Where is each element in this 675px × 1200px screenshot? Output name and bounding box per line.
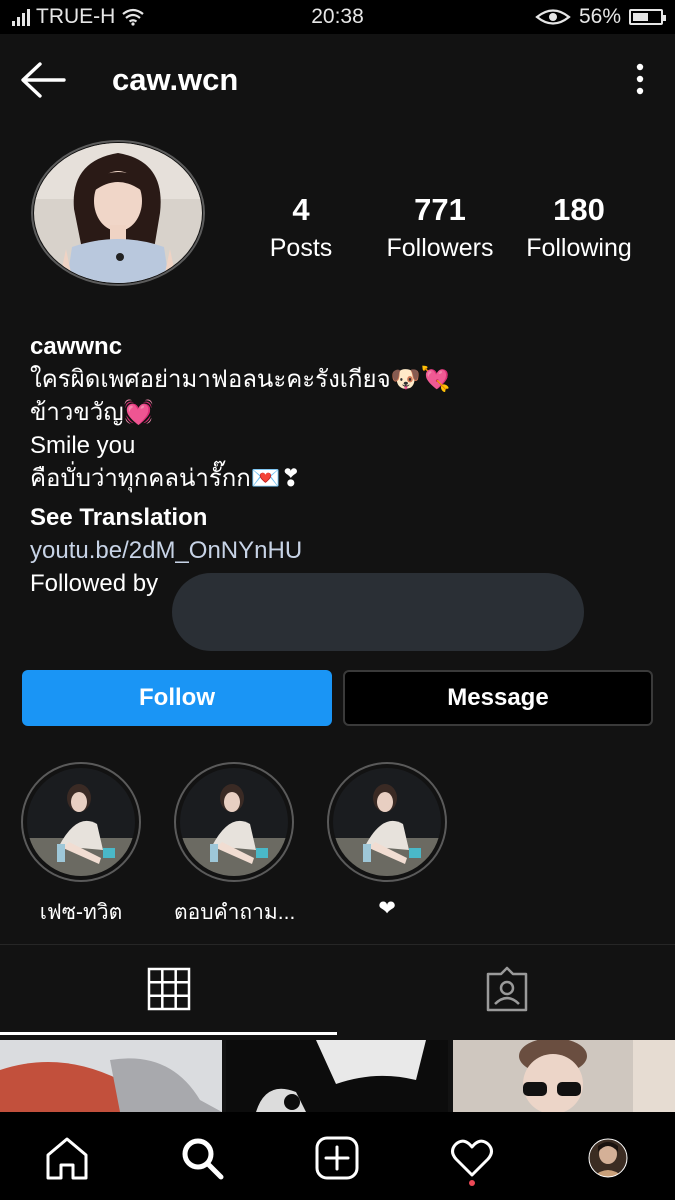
tab-grid[interactable] xyxy=(0,945,337,1033)
story-highlight[interactable]: ❤ xyxy=(327,762,447,921)
post-thumbnail[interactable] xyxy=(0,1040,222,1112)
bio-line: คือบั่บว่าทุกคลน่ารั๊กก💌❣ xyxy=(30,465,301,492)
add-post-icon xyxy=(315,1136,359,1180)
see-translation-link[interactable]: See Translation xyxy=(30,501,650,534)
highlight-cover xyxy=(174,762,294,882)
nav-activity[interactable] xyxy=(442,1130,502,1186)
notification-dot xyxy=(469,1180,475,1186)
bottom-navigation xyxy=(0,1112,675,1200)
bio-line: Smile you xyxy=(30,432,136,459)
more-vertical-icon xyxy=(636,63,644,95)
display-name: cawwnc xyxy=(30,333,123,360)
profile-header: caw.wcn xyxy=(0,34,675,126)
highlight-cover xyxy=(327,762,447,882)
status-bar: TRUE-H 20:38 56% xyxy=(0,0,675,34)
back-button[interactable] xyxy=(18,60,70,100)
highlight-label: เฟซ-ทวิต xyxy=(39,901,123,924)
bio-link[interactable]: youtu.be/2dM_OnNYnHU xyxy=(30,534,650,567)
arrow-left-icon xyxy=(21,62,66,98)
followers-count: 771 xyxy=(414,192,466,227)
grid-icon xyxy=(147,967,190,1011)
battery-percent: 56% xyxy=(578,5,621,28)
bio-line: ข้าวขวัญ💓 xyxy=(30,399,154,426)
message-button[interactable]: Message xyxy=(343,670,653,726)
post-thumbnail[interactable] xyxy=(226,1040,448,1112)
bio-line: ใครผิดเพศอย่ามาฟอลนะคะรังเกียจ🐶💘 xyxy=(30,366,451,393)
following-count: 180 xyxy=(553,192,605,227)
home-icon xyxy=(46,1137,88,1180)
nav-search[interactable] xyxy=(172,1130,232,1186)
active-tab-indicator xyxy=(0,1032,337,1035)
tab-tagged[interactable] xyxy=(338,945,675,1033)
nav-add-post[interactable] xyxy=(307,1130,367,1186)
redacted-overlay xyxy=(172,573,584,651)
battery-icon xyxy=(629,9,666,25)
tagged-icon xyxy=(486,966,527,1012)
highlight-label: ตอบคำถาม... xyxy=(174,901,296,924)
more-options-button[interactable] xyxy=(625,62,655,98)
nav-profile[interactable] xyxy=(578,1130,638,1186)
following-stat[interactable]: 180 Following xyxy=(509,192,649,263)
profile-username: caw.wcn xyxy=(112,62,239,97)
profile-bio: cawwnc ใครผิดเพศอย่ามาฟอลนะคะรังเกียจ🐶💘 … xyxy=(30,330,650,600)
following-label: Following xyxy=(526,234,632,262)
post-thumbnail[interactable] xyxy=(453,1040,675,1112)
nav-home[interactable] xyxy=(37,1130,97,1186)
posts-stat[interactable]: 4 Posts xyxy=(231,192,371,263)
story-highlight[interactable]: ตอบคำถาม... xyxy=(174,762,296,929)
highlight-cover xyxy=(21,762,141,882)
story-highlight[interactable]: เฟซ-ทวิต xyxy=(21,762,141,929)
heart-icon xyxy=(451,1139,493,1177)
follow-button[interactable]: Follow xyxy=(22,670,332,726)
followers-stat[interactable]: 771 Followers xyxy=(370,192,510,263)
profile-avatar[interactable] xyxy=(30,139,206,287)
highlight-label: ❤ xyxy=(378,897,396,920)
search-icon xyxy=(182,1138,224,1180)
followers-label: Followers xyxy=(386,234,494,262)
posts-count: 4 xyxy=(292,192,310,227)
eye-icon xyxy=(535,9,571,25)
profile-avatar-icon xyxy=(588,1138,628,1178)
posts-label: Posts xyxy=(269,234,333,262)
